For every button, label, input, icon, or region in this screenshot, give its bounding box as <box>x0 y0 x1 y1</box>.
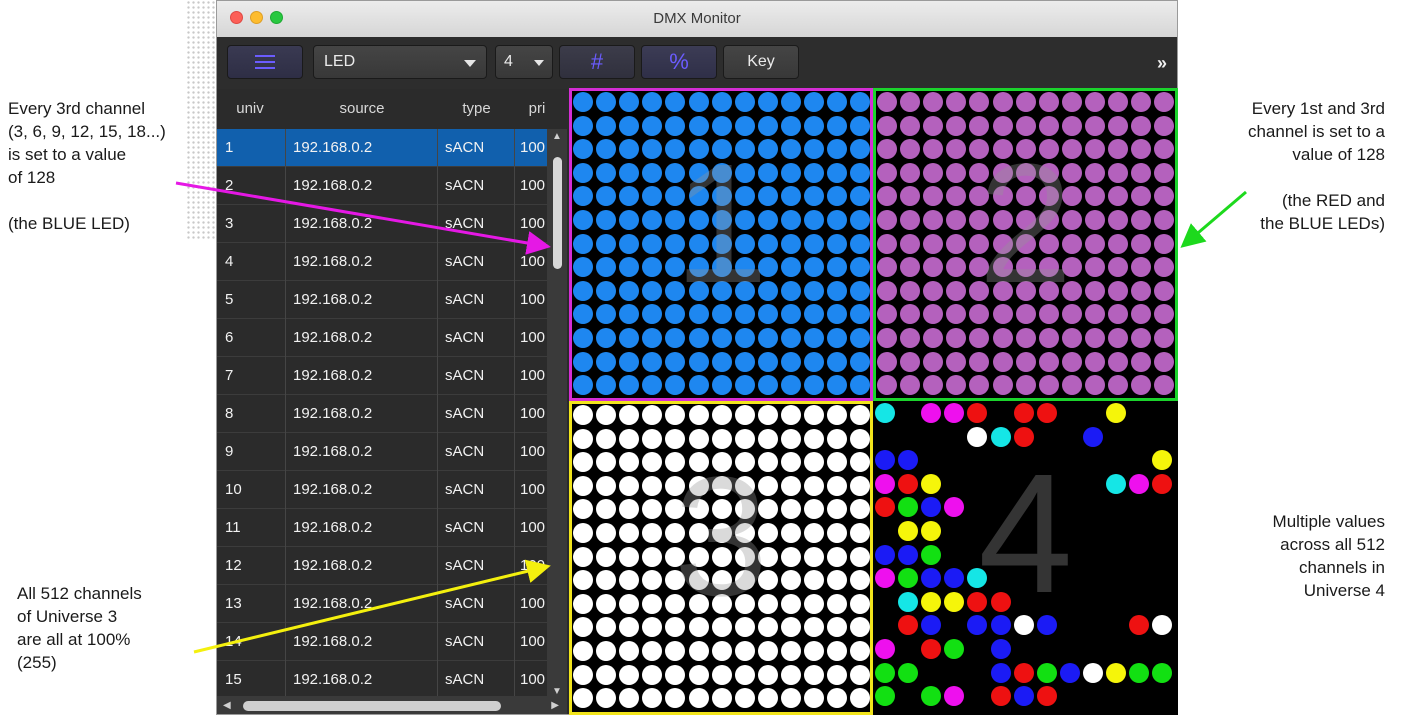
arrow-to-universe-2 <box>1180 190 1247 248</box>
arrow-to-universe-3 <box>193 559 551 654</box>
arrow-to-universe-1 <box>175 181 551 255</box>
annotation-arrows <box>175 181 1247 654</box>
